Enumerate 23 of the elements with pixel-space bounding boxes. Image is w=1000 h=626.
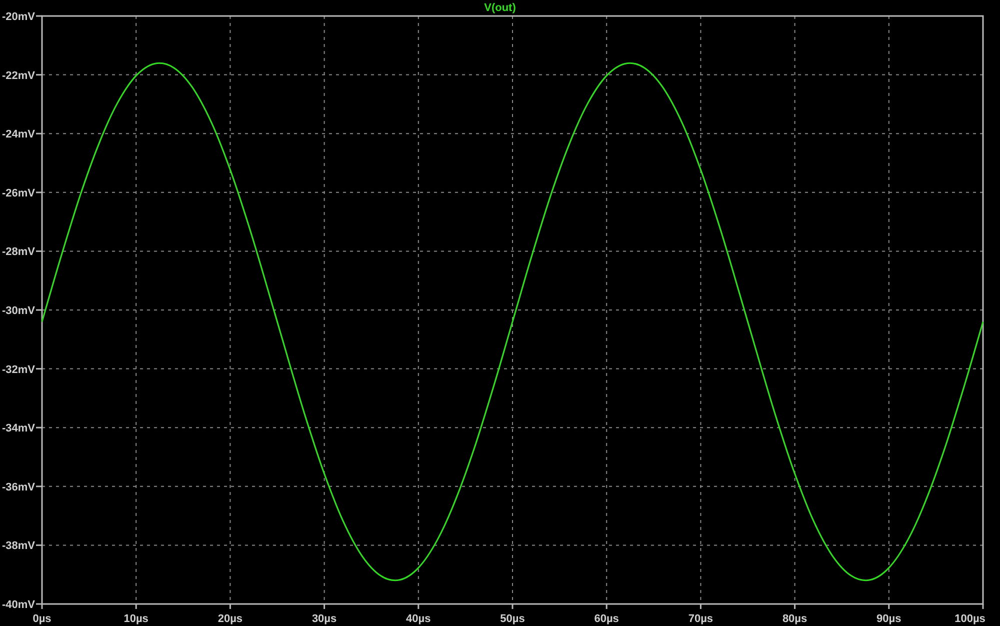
x-tick-label: 90µs xyxy=(876,613,902,625)
y-tick-label: -28mV xyxy=(2,246,35,258)
y-tick-label: -22mV xyxy=(2,70,35,82)
x-tick-label: 50µs xyxy=(500,613,525,625)
y-tick-label: -34mV xyxy=(2,422,35,435)
x-tick-label: 30µs xyxy=(312,613,337,625)
x-tick-label: 100µs xyxy=(954,613,986,625)
x-tick-label: 70µs xyxy=(688,613,714,625)
x-tick-label: 20µs xyxy=(218,613,243,625)
y-tick-label: -20mV xyxy=(2,11,35,23)
x-tick-label: 60µs xyxy=(594,613,619,625)
y-tick-label: -32mV xyxy=(2,364,35,376)
y-tick-label: -26mV xyxy=(2,187,35,200)
y-tick-label: -24mV xyxy=(2,128,35,141)
x-tick-label: 10µs xyxy=(124,613,148,625)
x-tick-label: 40µs xyxy=(406,613,431,625)
x-tick-label: 80µs xyxy=(782,613,808,625)
trace-name: V(out) xyxy=(484,2,516,14)
y-tick-label: -30mV xyxy=(2,305,35,317)
y-tick-label: -40mV xyxy=(2,599,35,611)
y-tick-label: -36mV xyxy=(2,481,35,494)
x-tick-label: 0µs xyxy=(32,613,52,625)
y-tick-label: -38mV xyxy=(2,540,35,552)
